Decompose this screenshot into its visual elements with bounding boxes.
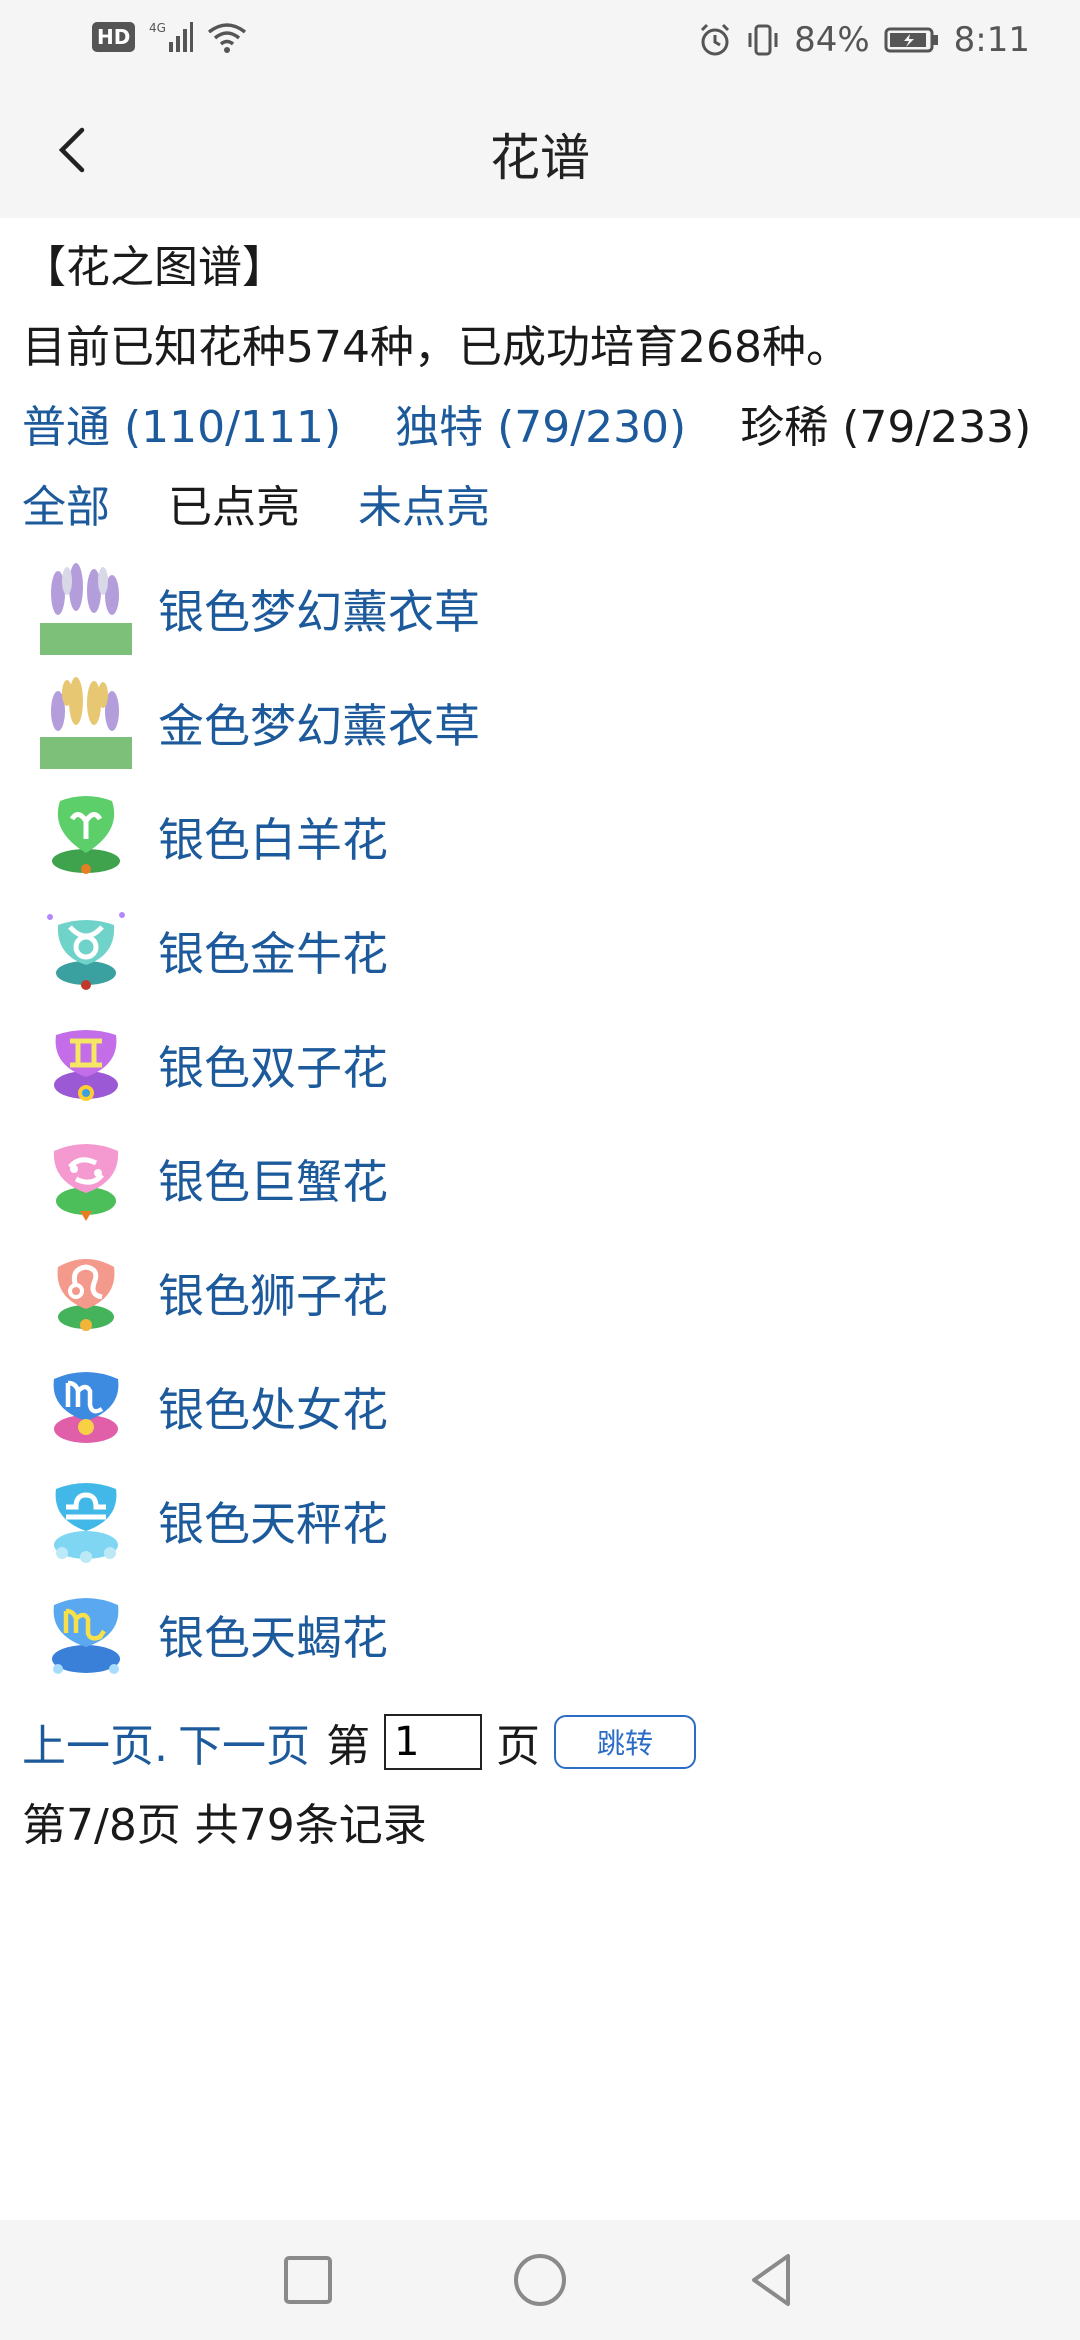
next-page-link[interactable]: 下一页 — [178, 1710, 310, 1774]
flower-name[interactable]: 银色梦幻薰衣草 — [158, 576, 480, 642]
summary-text: 目前已知花种574种，已成功培育268种。 — [22, 322, 850, 373]
leo-flower-icon — [57, 1259, 115, 1331]
list-item[interactable]: 银色梦幻薰衣草 — [22, 552, 1062, 666]
pagination: 上一页. 下一页 第 页 跳转 — [22, 1702, 1062, 1782]
status-left: HD 4G — [92, 20, 247, 54]
aries-flower-icon — [52, 796, 120, 874]
main-content: 【花之图谱】 目前已知花种574种，已成功培育268种。 普通 (110/111… — [22, 228, 1062, 1866]
taurus-flower-icon — [47, 912, 125, 990]
home-icon[interactable] — [508, 2248, 572, 2312]
network-type: 4G — [149, 21, 166, 35]
alarm-icon — [701, 23, 730, 56]
battery-icon — [884, 27, 938, 53]
flower-list: 银色梦幻薰衣草 金色梦幻薰衣草 银色白羊花 银色金牛花 银色双子花 银色巨蟹花 … — [22, 552, 1062, 1692]
list-item[interactable]: 银色双子花 — [22, 1008, 1062, 1122]
list-item[interactable]: 银色白羊花 — [22, 780, 1062, 894]
lavender-icon — [40, 563, 132, 655]
flower-name[interactable]: 银色双子花 — [158, 1032, 388, 1098]
page-prefix-label: 第 — [326, 1721, 370, 1772]
hd-badge: HD — [92, 22, 136, 52]
tab-unlit[interactable]: 未点亮 — [358, 482, 490, 533]
page-suffix-label: 页 — [496, 1721, 540, 1772]
back-nav-icon[interactable] — [740, 2248, 804, 2312]
app-bar: 花谱 — [0, 84, 1080, 218]
flower-name[interactable]: 银色狮子花 — [158, 1260, 388, 1326]
list-item[interactable]: 金色梦幻薰衣草 — [22, 666, 1062, 780]
filter-rare: 珍稀 (79/233) — [740, 402, 1032, 453]
filter-unique[interactable]: 独特 (79/230) — [395, 402, 686, 453]
page-number-input[interactable] — [384, 1714, 482, 1770]
scorpio-flower-icon — [52, 1598, 120, 1674]
libra-flower-icon — [54, 1483, 118, 1563]
list-item[interactable]: 银色狮子花 — [22, 1236, 1062, 1350]
vibrate-icon — [748, 24, 778, 56]
clock: 8:11 — [953, 20, 1030, 60]
flower-name[interactable]: 金色梦幻薰衣草 — [158, 690, 480, 756]
wifi-icon — [208, 23, 247, 53]
signal-icon: 4G — [149, 21, 194, 52]
recent-apps-icon[interactable] — [276, 2248, 340, 2312]
filter-common[interactable]: 普通 (110/111) — [22, 402, 341, 453]
virgo-flower-icon — [53, 1372, 119, 1443]
flower-name[interactable]: 银色巨蟹花 — [158, 1146, 388, 1212]
flower-name[interactable]: 银色处女花 — [158, 1374, 388, 1440]
system-nav-bar — [0, 2220, 1080, 2340]
flower-name[interactable]: 银色天秤花 — [158, 1488, 388, 1554]
list-item[interactable]: 银色天蝎花 — [22, 1578, 1062, 1692]
status-right: 84% 8:11 — [698, 20, 1030, 60]
list-item[interactable]: 银色巨蟹花 — [22, 1122, 1062, 1236]
page-title: 花谱 — [490, 129, 590, 187]
section-title: 【花之图谱】 — [22, 242, 286, 293]
list-item[interactable]: 银色金牛花 — [22, 894, 1062, 1008]
list-item[interactable]: 银色处女花 — [22, 1350, 1062, 1464]
gemini-flower-icon — [54, 1030, 118, 1101]
jump-button[interactable]: 跳转 — [554, 1715, 696, 1769]
tab-lit: 已点亮 — [168, 482, 300, 533]
page-info-text: 第7/8页 共79条记录 — [22, 1800, 427, 1851]
flower-name[interactable]: 银色白羊花 — [158, 804, 388, 870]
tab-all[interactable]: 全部 — [22, 482, 110, 533]
list-item[interactable]: 银色天秤花 — [22, 1464, 1062, 1578]
status-tab-row: 全部 已点亮 未点亮 — [22, 468, 1062, 548]
rarity-filter-row: 普通 (110/111) 独特 (79/230) 珍稀 (79/233) — [22, 388, 1062, 468]
status-bar: HD 4G 84% 8:11 — [0, 0, 1080, 84]
cancer-flower-icon — [53, 1144, 119, 1221]
prev-page-link[interactable]: 上一页. — [22, 1710, 168, 1774]
flower-name[interactable]: 银色天蝎花 — [158, 1602, 388, 1668]
lavender-icon — [40, 677, 132, 769]
flower-name[interactable]: 银色金牛花 — [158, 918, 388, 984]
battery-percent: 84% — [794, 20, 870, 60]
